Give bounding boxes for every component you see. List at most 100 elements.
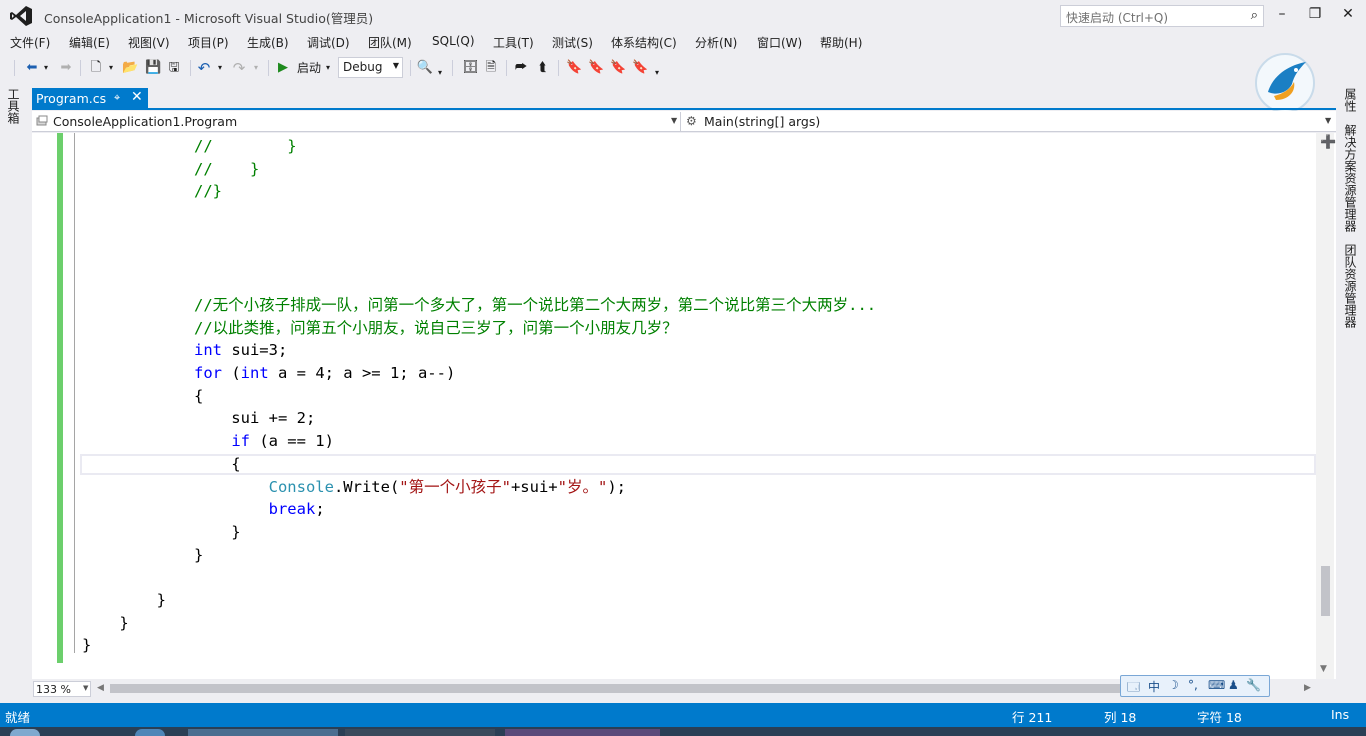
split-view-icon[interactable]: ➕ [1320,135,1336,150]
redo-icon[interactable]: ↷ [231,59,247,77]
code-line[interactable]: for (int a = 4; a >= 1; a--) [82,362,455,384]
taskbar-browser-icon[interactable] [135,729,165,736]
horizontal-scroll-thumb[interactable] [110,684,1122,693]
code-line[interactable]: //以此类推，问第五个小朋友，说自己三岁了，问第一个小朋友几岁？ [82,317,678,339]
code-line[interactable]: // } [82,158,259,180]
undo-dropdown-icon[interactable]: ▾ [216,59,224,77]
menu-team[interactable]: 团队(M) [368,34,412,51]
comment-out-icon[interactable]: ⮫ [513,59,529,77]
close-icon[interactable]: ✕ [131,89,143,105]
menu-project[interactable]: 项目(P) [188,34,229,51]
toolbar-overflow-icon[interactable]: ▾ [653,64,661,82]
scroll-left-icon[interactable]: ◀ [97,683,104,693]
code-line[interactable]: } [82,612,128,634]
code-line[interactable]: int sui=3; [82,339,287,361]
code-line[interactable]: } [82,634,91,656]
new-project-icon[interactable]: 🗋 [88,59,104,77]
code-line[interactable]: } [82,521,240,543]
previous-bookmark-icon[interactable]: 🔖 [588,59,604,77]
taskbar-item[interactable] [188,729,338,736]
find-in-files-icon[interactable]: 🔍 [416,59,434,77]
taskbar-item[interactable] [345,729,495,736]
save-all-icon[interactable]: 🖫 [166,59,182,77]
ime-punctuation-icon[interactable]: °, [1188,678,1198,692]
vertical-scroll-thumb[interactable] [1321,566,1330,616]
ime-mode-chinese[interactable]: 中 [1148,678,1160,695]
code-line[interactable]: } [82,589,166,611]
ime-keyboard-icon[interactable]: ⌨ [1208,678,1225,692]
minimize-button[interactable]: – [1272,6,1292,24]
scroll-right-icon[interactable]: ▶ [1304,683,1311,693]
menu-edit[interactable]: 编辑(E) [69,34,110,51]
start-debugging-icon[interactable]: ▶ [276,59,290,77]
code-line[interactable]: if (a == 1) [82,430,334,452]
ime-logo-icon[interactable]: 🗔 [1127,678,1140,699]
code-line[interactable]: break; [82,498,325,520]
clear-bookmarks-icon[interactable]: 🔖 [632,59,648,77]
navigate-back-icon[interactable]: ⬅ [24,59,40,77]
class-dropdown[interactable]: ConsoleApplication1.Program [33,112,681,131]
open-file-icon[interactable]: 📂 [122,59,138,77]
solution-explorer-tab[interactable]: 解决方案资源管理器 [1342,124,1359,232]
properties-tab[interactable]: 属性 [1342,88,1359,112]
menu-file[interactable]: 文件(F) [10,34,50,51]
quick-launch-input[interactable]: 快速启动 (Ctrl+Q) ⌕ [1060,5,1264,27]
start-button-label[interactable]: 启动 [295,59,323,77]
chevron-down-icon[interactable]: ▼ [671,116,677,125]
code-token: //} [82,182,222,201]
ime-settings-icon[interactable]: 🔧 [1246,678,1261,692]
menu-tools[interactable]: 工具(T) [493,34,534,51]
uncomment-icon[interactable]: ⮬ [535,59,551,77]
code-token: } [82,591,166,609]
code-line[interactable]: //} [82,180,222,202]
code-line[interactable]: //无个小孩子排成一队，问第一个多大了，第一个说比第二个大两岁，第二个说比第三个… [82,294,876,316]
scroll-down-icon[interactable]: ▼ [1320,664,1327,674]
start-dropdown-icon[interactable]: ▾ [324,59,332,77]
menu-sql[interactable]: SQL(Q) [432,34,475,48]
ime-user-icon[interactable]: ♟ [1228,678,1239,692]
save-icon[interactable]: 💾 [145,59,161,77]
current-line-highlight [80,454,1316,475]
code-line[interactable]: { [82,385,203,407]
menu-architecture[interactable]: 体系结构(C) [611,34,677,51]
chevron-down-icon[interactable]: ▼ [83,684,88,692]
pin-icon[interactable]: ⌖ [114,91,120,105]
menu-test[interactable]: 测试(S) [552,34,593,51]
code-token: //无个小孩子排成一队，问第一个多大了，第一个说比第二个大两岁，第二个说比第三个… [82,295,877,314]
ime-halfwidth-icon[interactable]: ☽ [1168,678,1179,692]
menu-window[interactable]: 窗口(W) [757,34,802,51]
new-project-dropdown-icon[interactable]: ▾ [107,59,115,77]
team-explorer-tab[interactable]: 团队资源管理器 [1342,244,1359,328]
back-dropdown-icon[interactable]: ▾ [42,59,50,77]
bookmark-icon[interactable]: 🔖 [566,59,582,77]
properties-icon[interactable]: 🗎 [483,59,499,77]
find-dropdown-icon[interactable]: ▾ [436,64,444,82]
member-dropdown[interactable]: Main(string[] args) [684,112,1324,131]
undo-icon[interactable]: ↶ [196,59,212,77]
toolbox-tab[interactable]: 工具箱 [6,88,22,124]
code-editor[interactable] [32,133,1336,679]
code-token: sui=3; [221,341,288,360]
navigate-forward-icon[interactable]: ➡ [58,59,74,77]
next-bookmark-icon[interactable]: 🔖 [610,59,626,77]
chevron-down-icon[interactable]: ▼ [1325,116,1331,125]
menu-analyze[interactable]: 分析(N) [695,34,737,51]
code-line[interactable]: Console.Write("第一个小孩子"+sui+"岁。"); [82,476,626,498]
restore-button[interactable]: ❐ [1305,6,1325,24]
redo-dropdown-icon[interactable]: ▾ [252,59,260,77]
menu-view[interactable]: 视图(V) [128,34,170,51]
menu-build[interactable]: 生成(B) [247,34,289,51]
solution-configuration-select[interactable]: Debug ▼ [338,57,403,78]
menu-help[interactable]: 帮助(H) [820,34,862,51]
code-line[interactable]: { [82,453,240,475]
taskbar-start-button[interactable] [10,729,40,736]
code-line[interactable]: sui += 2; [82,407,315,429]
class-dropdown-value: ConsoleApplication1.Program [53,114,238,129]
code-line[interactable]: // } [82,135,297,157]
menu-debug[interactable]: 调试(D) [307,34,350,51]
close-window-button[interactable]: ✕ [1338,6,1358,24]
solution-explorer-icon[interactable]: 🗄 [462,59,479,77]
code-line[interactable]: } [82,544,203,566]
taskbar-visual-studio-item[interactable] [505,729,660,736]
